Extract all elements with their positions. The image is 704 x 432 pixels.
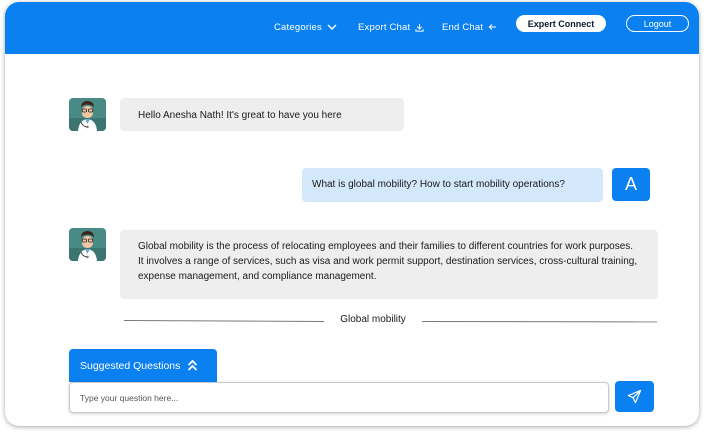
bot-avatar [69, 98, 106, 131]
arrow-left-icon [488, 23, 497, 31]
doctor-avatar-icon [69, 98, 106, 131]
send-button[interactable] [615, 381, 654, 412]
end-chat-label: End Chat [442, 21, 484, 33]
suggested-questions-label: Suggested Questions [80, 359, 181, 372]
app-window: Categories Export Chat End Chat Expert C… [5, 2, 699, 426]
user-message: What is global mobility? How to start mo… [302, 168, 603, 202]
question-input[interactable] [69, 382, 609, 413]
paper-plane-icon [627, 389, 642, 404]
categories-menu[interactable]: Categories [274, 18, 337, 36]
bot-avatar [69, 228, 106, 261]
double-chevron-up-icon [188, 359, 198, 371]
user-avatar: A [612, 168, 650, 201]
doctor-avatar-icon [69, 228, 106, 261]
top-nav-bar: Categories Export Chat End Chat Expert C… [5, 2, 699, 54]
expert-connect-button[interactable]: Expert Connect [516, 15, 606, 32]
bot-message-greeting: Hello Anesha Nath! It's great to have yo… [120, 98, 404, 131]
topic-divider-label: Global mobility [340, 314, 406, 325]
export-chat-link[interactable]: Export Chat [358, 18, 424, 36]
chevron-down-icon [327, 24, 337, 30]
download-icon [415, 23, 424, 32]
export-chat-label: Export Chat [358, 21, 411, 33]
logout-button[interactable]: Logout [626, 15, 689, 32]
end-chat-link[interactable]: End Chat [442, 18, 497, 36]
divider-line-right [421, 321, 658, 323]
bot-message-answer: Global mobility is the process of reloca… [120, 230, 658, 299]
divider-line-left [123, 320, 324, 323]
categories-label: Categories [274, 21, 322, 33]
suggested-questions-toggle[interactable]: Suggested Questions [69, 349, 217, 382]
